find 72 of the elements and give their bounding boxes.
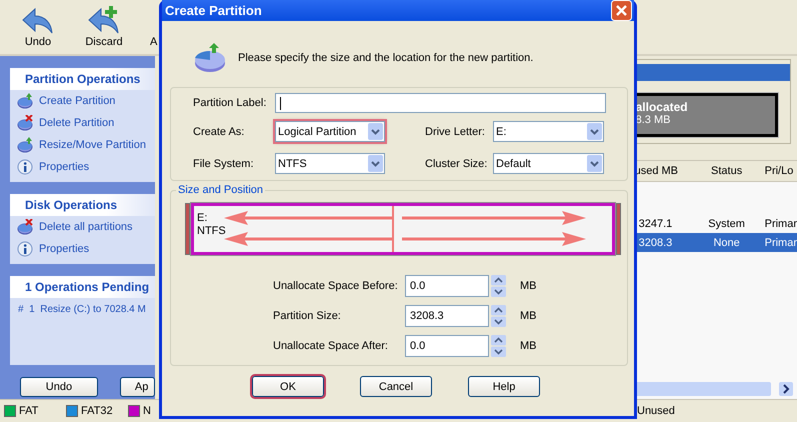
field-label: Create As:	[193, 126, 246, 138]
field-label: File System:	[193, 158, 255, 170]
number-field[interactable]: 0.0	[405, 335, 489, 357]
legend-label: Unused	[637, 405, 676, 417]
operation-link[interactable]: Create Partition	[39, 95, 116, 107]
unit-label: MB	[520, 280, 536, 292]
field-label: Drive Letter:	[425, 126, 486, 138]
discard-arrow-icon[interactable]	[87, 6, 121, 34]
partition-block[interactable]: E: NTFS	[191, 203, 615, 255]
operation-link[interactable]: Properties	[39, 161, 90, 173]
table-cell-text: None	[712, 236, 741, 248]
info-icon	[17, 241, 33, 257]
disk-arrow-icon	[17, 137, 33, 153]
table-cell-text: Primar	[764, 218, 797, 230]
partition-label-field[interactable]	[275, 93, 606, 113]
legend-label: FAT	[19, 405, 38, 417]
close-icon[interactable]	[611, 0, 632, 21]
dialog-button[interactable]: Cancel	[360, 376, 432, 397]
field-label: Unallocate Space After:	[273, 340, 389, 352]
table-cell-text: System	[707, 218, 746, 230]
number-field[interactable]: 0.0	[405, 275, 489, 297]
legend-label: FAT32	[81, 405, 113, 417]
legend-label: N	[143, 405, 151, 417]
dropdown[interactable]: NTFS	[275, 153, 385, 174]
instruction-text: Please specify the size and the location for the new partition.	[238, 52, 534, 64]
file-system-text: NTFS	[197, 225, 226, 238]
card-title: Disk Operations	[10, 194, 156, 216]
dropdown[interactable]: Default	[493, 153, 604, 174]
drive-letter-text: E:	[197, 212, 208, 225]
unit-label: MB	[520, 310, 536, 322]
pie-disk-icon	[194, 43, 226, 73]
column-header[interactable]: Pri/Lo	[756, 165, 797, 177]
number-field[interactable]: 3208.3	[405, 305, 489, 327]
dialog-button[interactable]: OK	[252, 376, 324, 397]
field-label: Partition Size:	[273, 310, 342, 322]
unit-label: MB	[520, 340, 536, 352]
sidebar-button[interactable]: Undo	[20, 377, 98, 397]
toolbar-label[interactable]: Undo	[24, 36, 52, 48]
spin-buttons[interactable]	[491, 335, 506, 357]
toolbar-label[interactable]: A	[150, 36, 158, 48]
field-label: Cluster Size:	[425, 158, 488, 170]
handle-bar[interactable]	[185, 203, 190, 255]
disk-cross-icon	[17, 219, 33, 235]
field-label: Partition Label:	[193, 97, 268, 109]
group-title: Size and Position	[176, 184, 265, 196]
card-title: Partition Operations	[10, 68, 156, 90]
handle-bar[interactable]	[616, 203, 621, 255]
operation-link[interactable]: Resize/Move Partition	[39, 139, 146, 151]
disk-cross-icon	[17, 115, 33, 131]
field-label: Unallocate Space Before:	[273, 280, 399, 292]
dropdown[interactable]: E:	[493, 121, 604, 142]
undo-arrow-icon[interactable]	[21, 6, 55, 34]
spin-buttons[interactable]	[491, 275, 506, 297]
column-header[interactable]: Status	[696, 165, 757, 177]
info-icon	[17, 159, 33, 175]
pending-operation: # 1 Resize (C:) to 7028.4 M	[17, 303, 147, 317]
disk-arrow-icon	[17, 93, 33, 109]
table-cell-text: Primar	[764, 236, 797, 248]
operation-link[interactable]: Delete Partition	[39, 117, 114, 129]
operation-link[interactable]: Properties	[39, 243, 90, 255]
operation-link[interactable]: Delete all partitions	[39, 221, 133, 233]
table-cell-text: 3208.3	[638, 236, 674, 248]
block-label: allocated	[636, 100, 689, 114]
card-title: 1 Operations Pending	[10, 276, 156, 298]
spin-buttons[interactable]	[491, 305, 506, 327]
toolbar-label[interactable]: Discard	[85, 36, 123, 48]
table-cell-text: 3247.1	[638, 218, 674, 230]
dialog-title: Create Partition	[165, 3, 262, 18]
dropdown[interactable]: Logical Partition	[275, 121, 385, 142]
scroll-right-icon[interactable]	[779, 382, 793, 396]
dialog-button[interactable]: Help	[468, 376, 540, 397]
sidebar-button[interactable]: Ap	[120, 377, 156, 397]
